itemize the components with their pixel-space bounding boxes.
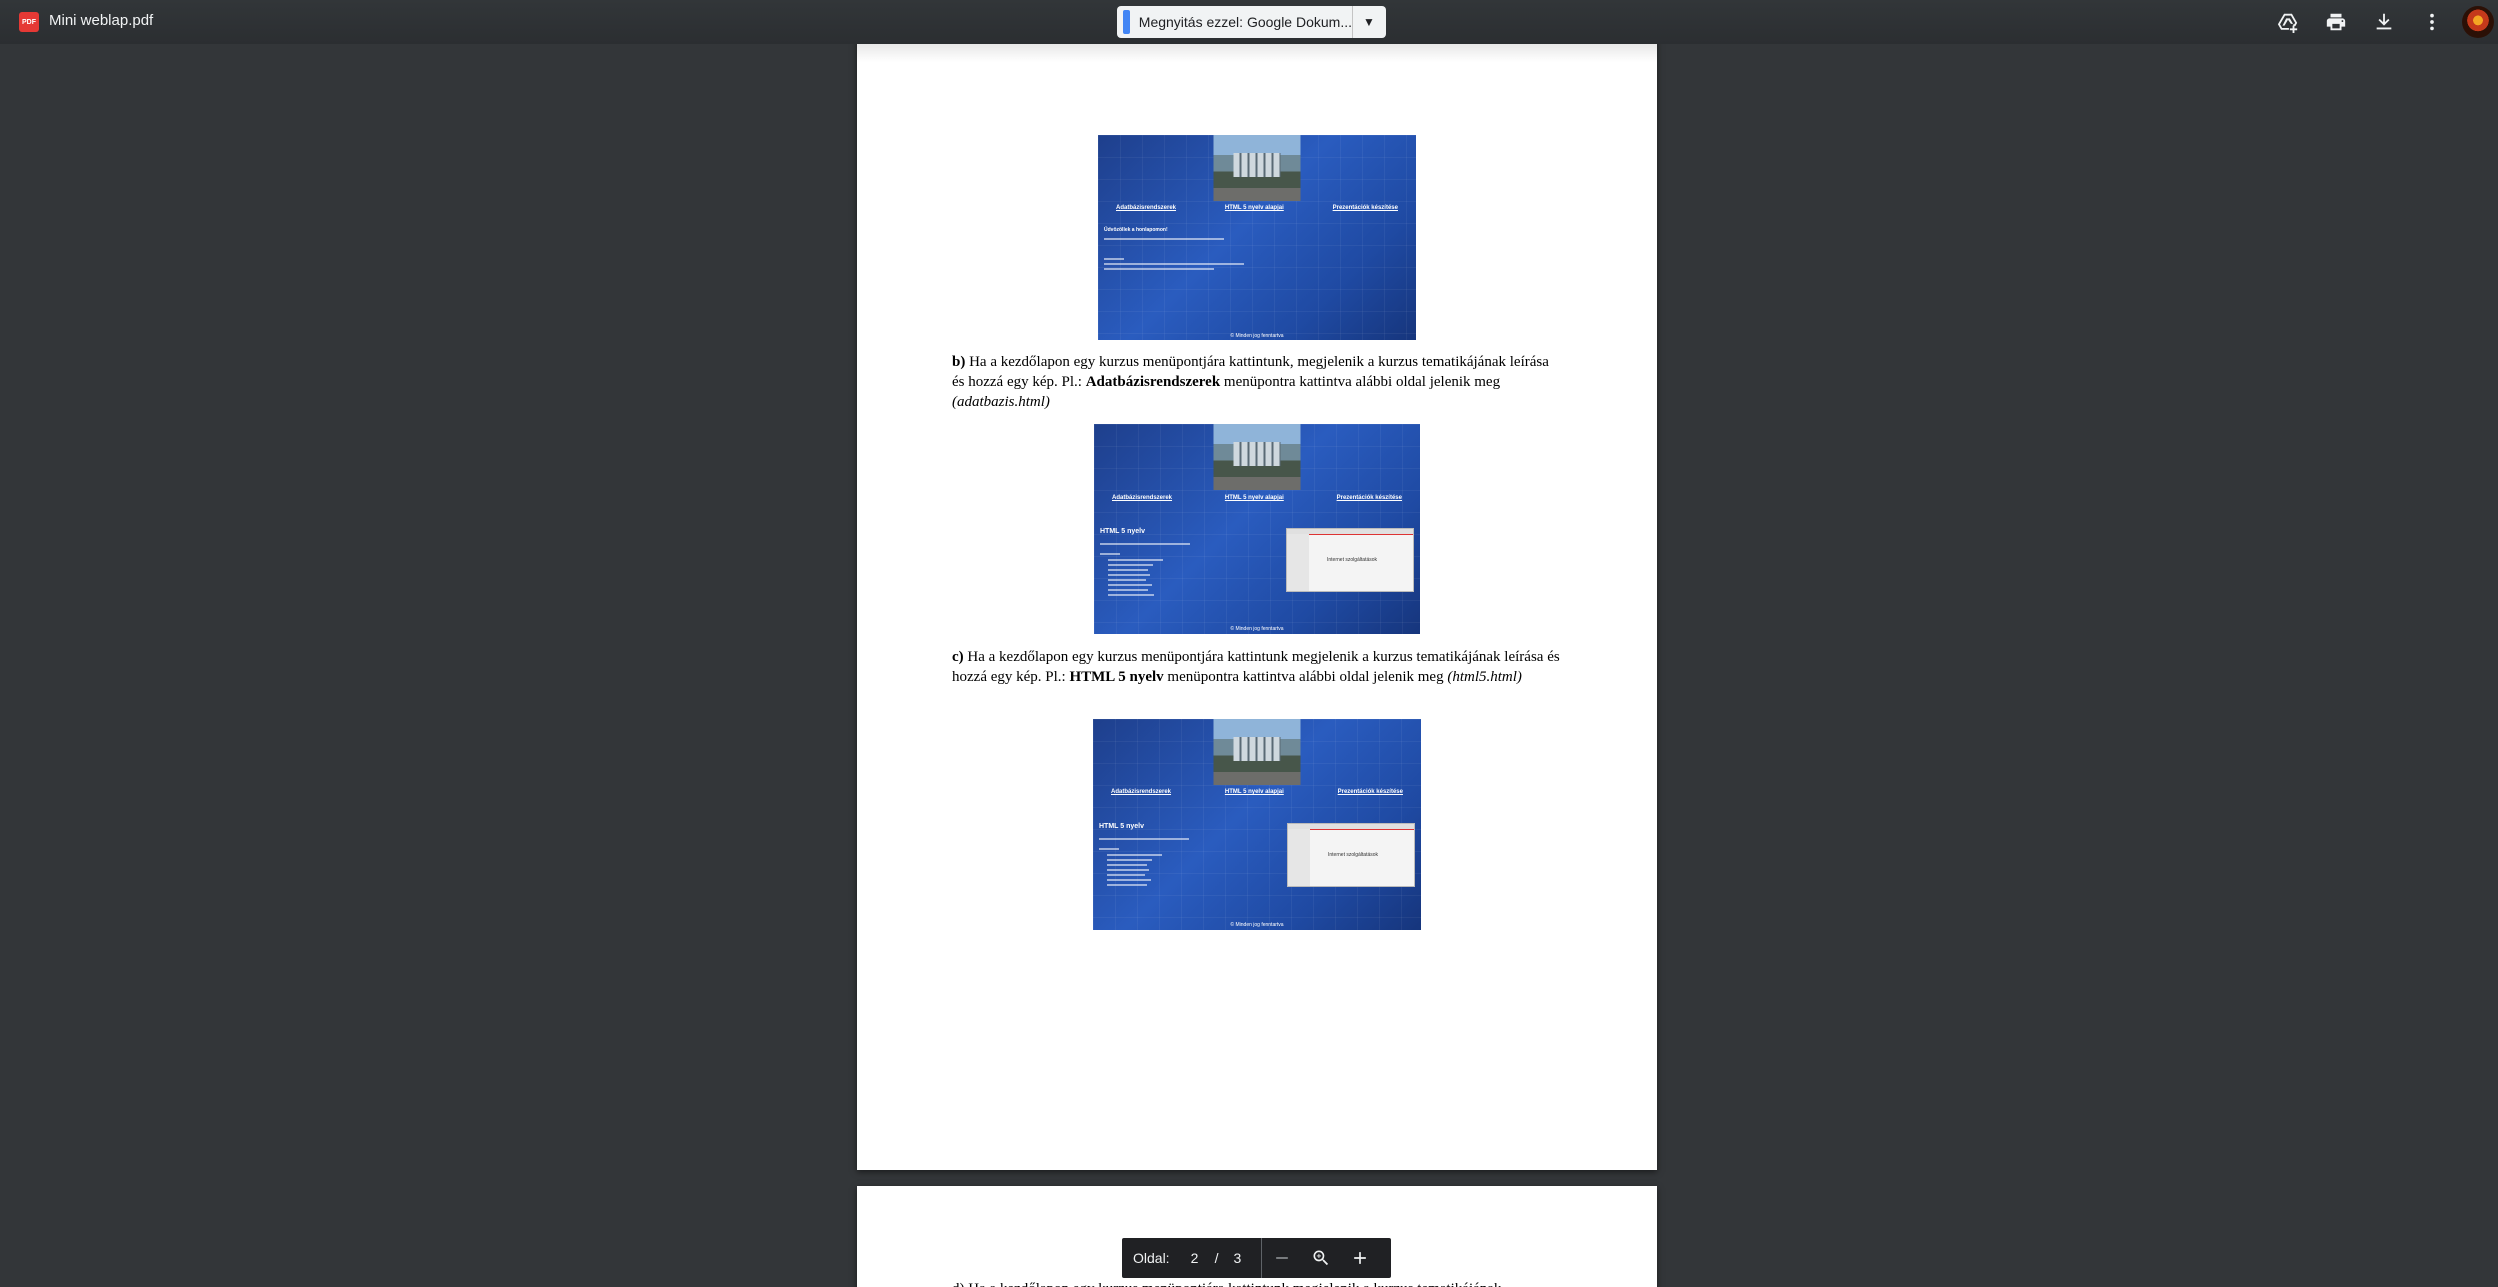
paragraph-text: menüpontra kattintva alábbi oldal jeleni…	[1220, 374, 1501, 390]
plus-icon	[1353, 1252, 1366, 1264]
open-with-google-docs[interactable]: Megnyitás ezzel: Google Dokum...	[1117, 6, 1353, 38]
nav-item: Prezentációk készítése	[1337, 789, 1403, 795]
screenshot-html5: Adatbázisrendszerek HTML 5 nyelv alapjai…	[1093, 719, 1421, 930]
current-page-input[interactable]: 2	[1190, 1250, 1200, 1266]
text-line	[1108, 574, 1150, 576]
bold-term: Adatbázisrendszerek	[1085, 374, 1221, 390]
nav-item: HTML 5 nyelv alapjai	[1224, 495, 1284, 501]
minus-icon	[1275, 1257, 1288, 1259]
nav-item: HTML 5 nyelv alapjai	[1224, 205, 1284, 211]
text-line	[1108, 569, 1148, 571]
more-options-button[interactable]	[2408, 0, 2456, 44]
text-line	[1108, 589, 1148, 591]
screenshot-heading: Üdvözöllek a honlapomon!	[1104, 227, 1168, 233]
add-to-drive-icon	[2277, 13, 2298, 33]
screenshot-heading: HTML 5 nyelv	[1100, 528, 1145, 535]
text-line	[1108, 564, 1153, 566]
pdf-file-icon: PDF	[19, 12, 39, 32]
open-with-dropdown[interactable]: ▼	[1353, 15, 1385, 29]
nav-item: Adatbázisrendszerek	[1111, 789, 1172, 795]
nav-item: Adatbázisrendszerek	[1116, 205, 1177, 211]
text-line	[1107, 884, 1147, 886]
more-vert-icon	[2430, 13, 2434, 31]
zoom-icon	[1313, 1250, 1328, 1266]
toolbar-actions	[2264, 0, 2498, 44]
item-label-b: b)	[952, 354, 966, 370]
text-line	[1100, 543, 1190, 545]
text-line	[1100, 553, 1120, 555]
text-line	[1107, 869, 1149, 871]
text-line	[1107, 879, 1151, 881]
text-line	[1107, 859, 1152, 861]
caret-down-icon: ▼	[1363, 15, 1375, 29]
nav-item: HTML 5 nyelv alapjai	[1224, 789, 1284, 795]
window-text: Internet szolgáltatások	[1327, 557, 1378, 563]
screenshot-window: Internet szolgáltatások	[1287, 823, 1415, 887]
print-icon	[2326, 13, 2346, 31]
filename: (adatbazis.html)	[952, 394, 1050, 410]
screenshot-footer: © Minden jog fenntartva	[1230, 626, 1284, 632]
text-line	[1108, 579, 1146, 581]
screenshot-footer: © Minden jog fenntartva	[1230, 922, 1284, 928]
item-label-c: c)	[952, 649, 964, 665]
text-line	[1107, 854, 1162, 856]
print-button[interactable]	[2312, 0, 2360, 44]
zoom-out-button[interactable]	[1262, 1238, 1301, 1278]
pdf-page-2: Adatbázisrendszerek HTML 5 nyelv alapjai…	[857, 38, 1657, 1170]
add-to-drive-button[interactable]	[2264, 0, 2312, 44]
pdf-toolbar: PDF Mini weblap.pdf Megnyitás ezzel: Goo…	[0, 0, 2498, 44]
text-line	[1104, 263, 1244, 265]
paragraph-b: b) Ha a kezdőlapon egy kurzus menüpontjá…	[952, 352, 1564, 412]
screenshot-window: Internet szolgáltatások	[1286, 528, 1414, 592]
text-line	[1108, 559, 1163, 561]
screenshot-heading: HTML 5 nyelv	[1099, 823, 1144, 830]
page-separator: /	[1214, 1250, 1219, 1266]
nav-item: Adatbázisrendszerek	[1112, 495, 1173, 501]
open-with-label: Megnyitás ezzel: Google Dokum...	[1138, 14, 1352, 30]
page-label: Oldal:	[1133, 1250, 1170, 1266]
account-avatar[interactable]	[2462, 6, 2494, 38]
bold-term: HTML 5 nyelv	[1069, 669, 1164, 685]
screenshot-nav: Adatbázisrendszerek HTML 5 nyelv alapjai…	[1094, 495, 1420, 501]
window-text: Internet szolgáltatások	[1328, 852, 1379, 858]
text-line	[1104, 238, 1224, 240]
screenshot-nav: Adatbázisrendszerek HTML 5 nyelv alapjai…	[1098, 205, 1416, 211]
nav-item: Prezentációk készítése	[1336, 495, 1402, 501]
zoom-in-button[interactable]	[1340, 1238, 1379, 1278]
text-line	[1108, 594, 1154, 596]
total-pages: 3	[1233, 1250, 1242, 1266]
building-photo	[1213, 135, 1301, 201]
building-photo	[1213, 424, 1301, 490]
page-zoom-bar: Oldal: 2 / 3	[1122, 1238, 1391, 1278]
screenshot-nav: Adatbázisrendszerek HTML 5 nyelv alapjai…	[1093, 789, 1421, 795]
open-with-button[interactable]: Megnyitás ezzel: Google Dokum... ▼	[1117, 6, 1386, 38]
paragraph-c: c) Ha a kezdőlapon egy kurzus menüpontjá…	[952, 647, 1564, 687]
paragraph-text: menüpontra kattintva alábbi oldal jeleni…	[1163, 669, 1448, 685]
text-line	[1107, 864, 1147, 866]
download-button[interactable]	[2360, 0, 2408, 44]
paragraph-d-partial: d) Ha a kezdőlapon egy kurzus menüpontjá…	[952, 1279, 1564, 1287]
nav-item: Prezentációk készítése	[1332, 205, 1398, 211]
text-line	[1107, 874, 1145, 876]
screenshot-footer: © Minden jog fenntartva	[1230, 333, 1284, 339]
filename: (html5.html)	[1447, 669, 1522, 685]
building-photo	[1213, 719, 1301, 785]
text-line	[1099, 848, 1119, 850]
screenshot-adatbazis: Adatbázisrendszerek HTML 5 nyelv alapjai…	[1094, 424, 1420, 634]
text-line	[1108, 584, 1152, 586]
screenshot-home: Adatbázisrendszerek HTML 5 nyelv alapjai…	[1098, 135, 1416, 340]
text-line	[1099, 838, 1189, 840]
fit-zoom-button[interactable]	[1301, 1238, 1340, 1278]
text-line	[1104, 268, 1214, 270]
google-docs-icon	[1123, 10, 1130, 34]
file-title: Mini weblap.pdf	[49, 12, 154, 29]
download-icon	[2376, 13, 2392, 30]
text-line	[1104, 258, 1124, 260]
